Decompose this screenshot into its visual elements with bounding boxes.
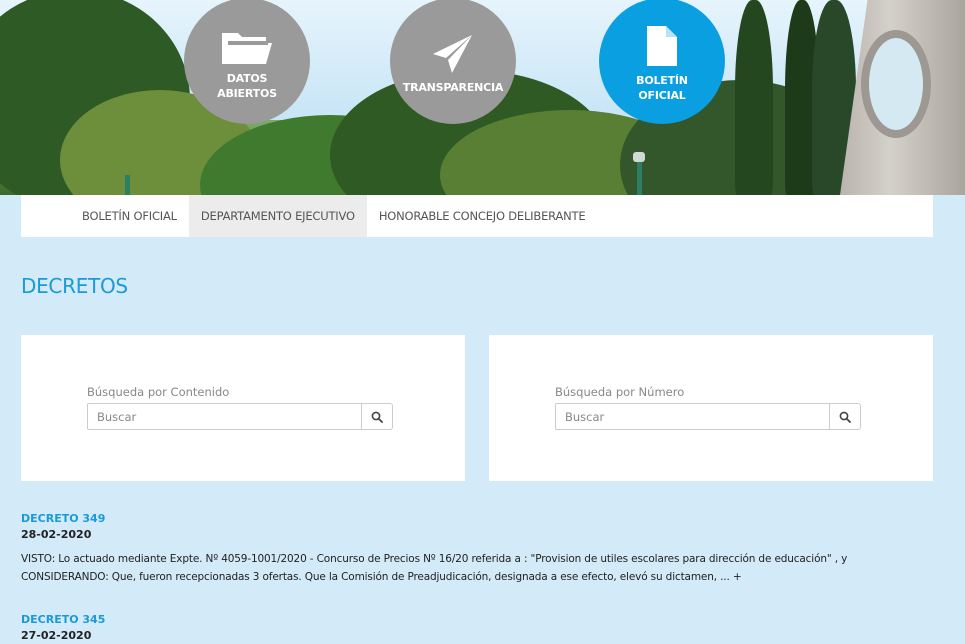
- lamp-head: [633, 152, 645, 162]
- boletin-oficial-button[interactable]: BOLETÍN OFICIAL: [599, 0, 725, 124]
- document-icon: [646, 25, 678, 67]
- datos-abiertos-label: DATOS ABIERTOS: [217, 72, 277, 100]
- transparencia-label: TRANSPARENCIA: [402, 80, 504, 94]
- tab-departamento-ejecutivo[interactable]: DEPARTAMENTO EJECUTIVO: [188, 195, 367, 237]
- boletin-oficial-label: BOLETÍN OFICIAL: [636, 74, 688, 102]
- monument-opening: [861, 30, 931, 138]
- page-title: DECRETOS: [21, 274, 128, 298]
- decree-date: 27-02-2020: [21, 629, 92, 642]
- search-number-input[interactable]: [555, 403, 831, 430]
- datos-abiertos-button[interactable]: DATOS ABIERTOS: [184, 0, 310, 124]
- search-content-panel: Búsqueda por Contenido: [21, 335, 465, 481]
- search-number-button[interactable]: [830, 403, 861, 430]
- search-content-label: Búsqueda por Contenido: [87, 385, 230, 399]
- search-icon: [839, 411, 851, 423]
- search-number-field: [555, 403, 861, 430]
- paper-plane-icon: [432, 34, 474, 74]
- section-tabs: BOLETÍN OFICIAL DEPARTAMENTO EJECUTIVO H…: [21, 195, 933, 237]
- lamp-post: [637, 160, 642, 195]
- decree-date: 28-02-2020: [21, 528, 92, 541]
- search-number-panel: Búsqueda por Número: [489, 335, 933, 481]
- decree-title-link[interactable]: DECRETO 345: [21, 612, 941, 628]
- search-content-field: [87, 403, 393, 430]
- tab-honorable-concejo-deliberante[interactable]: HONORABLE CONCEJO DELIBERANTE: [367, 195, 598, 237]
- cypress-tree: [735, 0, 773, 195]
- decree-summary: VISTO: Lo actuado mediante Expte. Nº 405…: [21, 553, 848, 583]
- tab-boletin-oficial[interactable]: BOLETÍN OFICIAL: [70, 195, 189, 237]
- folder-icon: [220, 27, 274, 65]
- decree-title-link[interactable]: DECRETO 349: [21, 511, 941, 527]
- search-content-input[interactable]: [87, 403, 363, 430]
- search-number-label: Búsqueda por Número: [555, 385, 685, 399]
- header-banner: DATOS ABIERTOS TRANSPARENCIA BOLETÍN OFI…: [0, 0, 965, 195]
- decree-item: DECRETO 349 28-02-2020 VISTO: Lo actuado…: [21, 511, 941, 586]
- decree-item: DECRETO 345 27-02-2020: [21, 612, 941, 644]
- lamp-post: [125, 175, 130, 195]
- search-content-button[interactable]: [362, 403, 393, 430]
- search-icon: [371, 411, 383, 423]
- transparencia-button[interactable]: TRANSPARENCIA: [390, 0, 516, 124]
